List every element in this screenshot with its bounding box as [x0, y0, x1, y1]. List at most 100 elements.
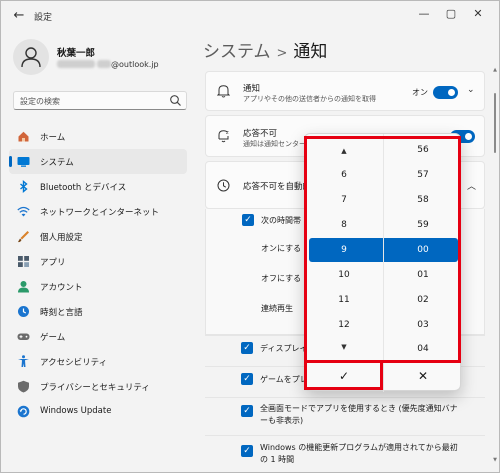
update-row: ✓ Windows の機能更新プログラムが適用されてから最初の 1 時間 — [205, 436, 485, 472]
minute-option[interactable]: 03 — [384, 313, 462, 338]
search-icon[interactable] — [169, 94, 182, 107]
display-duplicate-checkbox[interactable]: ✓ — [241, 342, 253, 354]
sidebar-item-time-language[interactable]: 時刻と言語 — [9, 299, 187, 324]
minute-option[interactable]: 58 — [384, 188, 462, 213]
hour-option[interactable]: 8 — [305, 213, 383, 238]
sidebar-item-system[interactable]: システム — [9, 149, 187, 174]
off-time-label: オフにする — [261, 274, 302, 283]
sidebar-item-bluetooth[interactable]: Bluetooth とデバイス — [9, 174, 187, 199]
scrollbar-thumb[interactable] — [494, 93, 496, 153]
close-button[interactable]: ✕ — [467, 5, 489, 23]
minute-option[interactable]: 56 — [384, 138, 462, 163]
sidebar-item-apps[interactable]: アプリ — [9, 249, 187, 274]
sidebar-item-label: アクセシビリティ — [40, 358, 108, 368]
search-box[interactable] — [13, 91, 187, 110]
sidebar-item-privacy[interactable]: プライバシーとセキュリティ — [9, 374, 187, 399]
auto-dnd-title: 応答不可を自動的 — [243, 182, 312, 192]
sidebar-item-accounts[interactable]: アカウント — [9, 274, 187, 299]
time-picker-popup: ▲ 6 7 8 9 10 11 12 ▼ 56 57 58 59 00 01 0… — [304, 133, 462, 392]
clock-icon — [217, 179, 230, 192]
minute-option[interactable]: 01 — [384, 263, 462, 288]
schedule-label: 次の時間帯 — [261, 216, 301, 225]
scroll-down-arrow-icon[interactable]: ▼ — [493, 457, 497, 463]
sidebar-item-label: ゲーム — [40, 333, 66, 343]
dnd-desc: 通知は通知センター — [243, 140, 305, 148]
notifications-title: 通知 — [243, 84, 261, 94]
page-title: 通知 — [293, 42, 328, 62]
update-label: Windows の機能更新プログラムが適用されてから最初の 1 時間 — [260, 443, 458, 464]
bell-snooze-icon: z — [218, 130, 229, 143]
close-icon: ✕ — [417, 369, 429, 383]
account-icon — [18, 281, 29, 293]
sidebar-item-accessibility[interactable]: アクセシビリティ — [9, 349, 187, 374]
sidebar-nav: ホーム システム Bluetooth とデバイス ネットワークとインターネット … — [9, 124, 187, 424]
on-time-label: オンにする — [261, 244, 302, 253]
sidebar-item-network[interactable]: ネットワークとインターネット — [9, 199, 187, 224]
chevron-down-icon[interactable]: ⌄ — [467, 85, 475, 95]
sidebar-item-label: ホーム — [40, 133, 66, 143]
hour-option-selected[interactable]: 9 — [305, 238, 383, 263]
sidebar-item-gaming[interactable]: ゲーム — [9, 324, 187, 349]
notifications-card[interactable]: 通知 アプリやその他の送信者からの通知を取得 オン ⌄ — [205, 71, 485, 111]
windows-update-icon — [17, 405, 30, 418]
avatar[interactable] — [13, 39, 49, 75]
breadcrumb-parent[interactable]: システム — [203, 42, 271, 62]
sidebar-item-home[interactable]: ホーム — [9, 124, 187, 149]
search-input[interactable] — [20, 95, 160, 107]
game-icon — [17, 333, 30, 340]
bluetooth-icon — [20, 180, 28, 193]
cancel-button[interactable]: ✕ — [384, 362, 462, 390]
svg-text:z: z — [226, 130, 229, 136]
sidebar-item-label: アプリ — [40, 258, 66, 268]
minute-option-selected[interactable]: 00 — [384, 238, 462, 263]
minute-option[interactable]: 57 — [384, 163, 462, 188]
minute-option[interactable]: 59 — [384, 213, 462, 238]
sidebar-item-label: Bluetooth とデバイス — [40, 183, 127, 193]
sidebar-item-label: システム — [40, 158, 74, 168]
notifications-toggle[interactable] — [433, 86, 458, 99]
notifications-toggle-label: オン — [412, 88, 428, 97]
sidebar-item-label: Windows Update — [40, 406, 112, 416]
system-icon — [17, 157, 30, 167]
arrow-up-icon[interactable]: ▲ — [305, 144, 383, 158]
personalize-icon — [18, 231, 29, 243]
sidebar-item-label: ネットワークとインターネット — [40, 208, 160, 218]
sidebar-item-label: アカウント — [40, 283, 83, 293]
sidebar-item-windows-update[interactable]: Windows Update — [9, 399, 187, 424]
check-icon: ✓ — [338, 369, 350, 383]
sidebar-item-personalization[interactable]: 個人用設定 — [9, 224, 187, 249]
back-arrow-icon[interactable]: ← — [11, 8, 27, 24]
scroll-up-arrow-icon[interactable]: ▲ — [493, 67, 497, 73]
minute-option[interactable]: 04 — [384, 337, 462, 362]
email-redaction — [57, 60, 95, 68]
title-bar: ← 設定 — ▢ ✕ — [1, 1, 499, 31]
network-icon — [17, 206, 30, 217]
sidebar-item-label: 時刻と言語 — [40, 308, 83, 318]
chevron-up-icon[interactable]: ︿ — [467, 179, 476, 192]
hour-option[interactable]: 7 — [305, 188, 383, 213]
sidebar-item-label: 個人用設定 — [40, 233, 83, 243]
fullscreen-label: 全画面モードでアプリを使用するとき (優先度通知バナーも非表示) — [260, 404, 458, 425]
accept-button[interactable]: ✓ — [305, 362, 383, 390]
gaming-checkbox[interactable]: ✓ — [241, 373, 253, 385]
settings-window: ← 設定 — ▢ ✕ 秋葉一郎 @outlook.jp ホーム システム — [0, 0, 500, 473]
arrow-down-icon[interactable]: ▼ — [305, 340, 383, 354]
email-domain: @outlook.jp — [111, 60, 159, 69]
hour-option[interactable]: 10 — [305, 263, 383, 288]
dnd-title: 応答不可 — [243, 129, 278, 139]
bell-icon — [217, 85, 230, 98]
minute-option[interactable]: 02 — [384, 288, 462, 313]
minimize-button[interactable]: — — [413, 5, 435, 23]
app-title: 設定 — [34, 13, 53, 23]
fullscreen-row: ✓ 全画面モードでアプリを使用するとき (優先度通知バナーも非表示) — [205, 397, 485, 433]
fullscreen-checkbox[interactable]: ✓ — [241, 405, 253, 417]
hour-option[interactable]: 11 — [305, 288, 383, 313]
schedule-checkbox[interactable]: ✓ — [242, 214, 254, 226]
hour-option[interactable]: 12 — [305, 313, 383, 338]
update-checkbox[interactable]: ✓ — [241, 445, 253, 457]
breadcrumb-separator: > — [276, 46, 288, 61]
hour-option[interactable]: 6 — [305, 163, 383, 188]
maximize-button[interactable]: ▢ — [440, 5, 462, 23]
sidebar-item-label: プライバシーとセキュリティ — [40, 383, 150, 393]
privacy-icon — [18, 380, 29, 393]
